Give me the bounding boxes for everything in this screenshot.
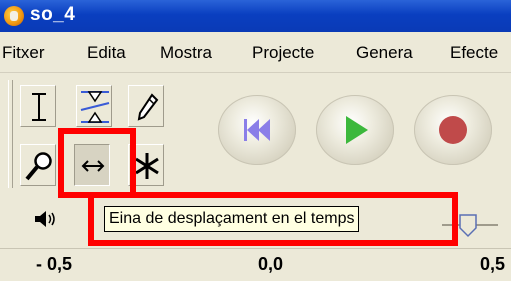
- toolbar-grip[interactable]: [8, 80, 13, 188]
- menu-bar: Fitxer Edita Mostra Projecte Genera Efec…: [0, 32, 511, 73]
- menu-genera[interactable]: Genera: [356, 43, 413, 63]
- timeline-ruler[interactable]: [0, 248, 511, 281]
- record-button[interactable]: [414, 95, 492, 165]
- selection-tool-icon: [32, 93, 46, 121]
- menu-edita[interactable]: Edita: [87, 43, 126, 63]
- time-shift-tool-button[interactable]: [74, 144, 110, 186]
- menu-fitxer[interactable]: Fitxer: [2, 43, 45, 63]
- menu-mostra[interactable]: Mostra: [160, 43, 212, 63]
- skip-to-start-button[interactable]: [218, 95, 296, 165]
- volume-slider[interactable]: [440, 210, 500, 240]
- zoom-tool-button[interactable]: [20, 144, 56, 186]
- tool-tooltip: Eina de desplaçament en el temps: [104, 206, 360, 232]
- window-title: so_4: [30, 4, 76, 25]
- play-button[interactable]: [316, 95, 394, 165]
- multi-tool-button[interactable]: [128, 144, 164, 186]
- menu-projecte[interactable]: Projecte: [252, 43, 314, 63]
- ruler-label: 0,5: [480, 254, 506, 274]
- multi-tool-icon: [135, 153, 159, 179]
- draw-tool-icon: [137, 93, 159, 121]
- menu-efecte[interactable]: Efecte: [450, 43, 498, 63]
- play-icon: [346, 116, 368, 144]
- speaker-icon: [35, 211, 55, 227]
- app-icon: [4, 6, 24, 26]
- selection-tool-button[interactable]: [20, 85, 56, 127]
- envelope-tool-button[interactable]: [76, 85, 112, 127]
- skip-to-start-icon: [244, 119, 270, 141]
- ruler-label: 0,0: [258, 254, 284, 274]
- record-icon: [439, 116, 467, 144]
- time-shift-tool-icon: [81, 160, 105, 172]
- title-bar: so_4: [0, 0, 511, 32]
- zoom-tool-icon: [25, 152, 52, 181]
- envelope-tool-icon: [80, 91, 110, 123]
- draw-tool-button[interactable]: [128, 85, 164, 127]
- ruler-label: - 0,5: [36, 254, 73, 274]
